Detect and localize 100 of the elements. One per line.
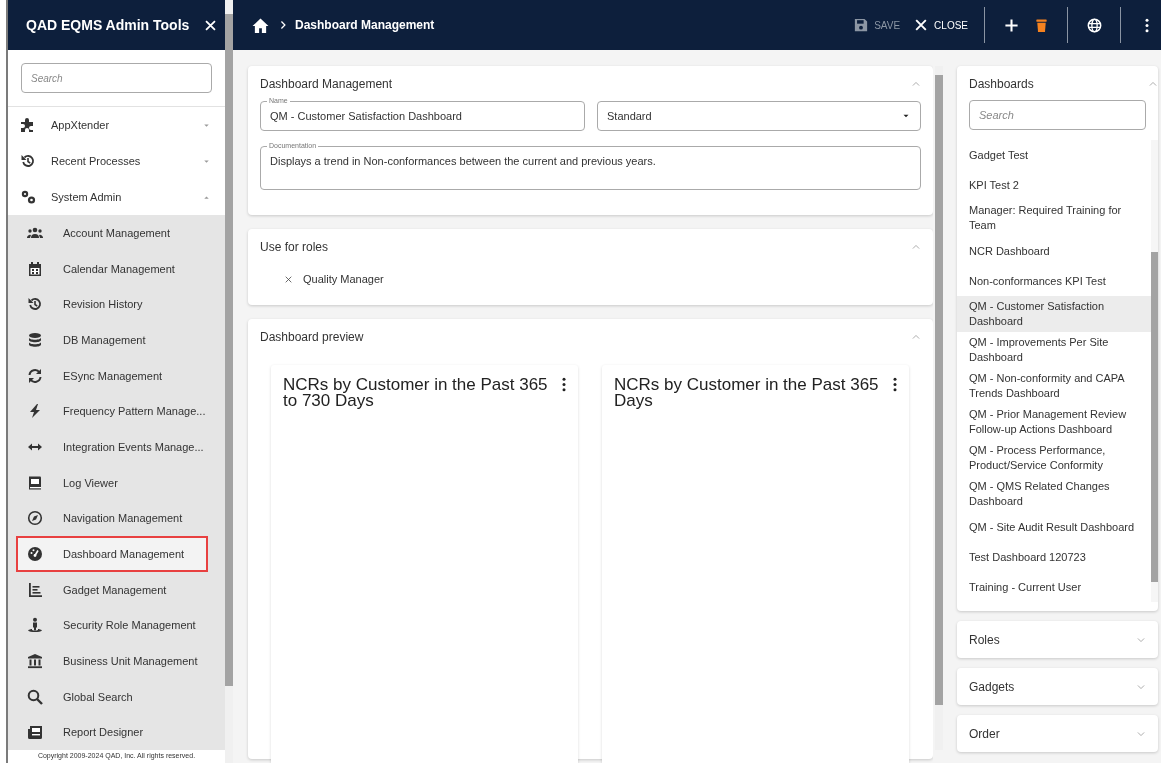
group-label: Recent Processes [51,155,142,167]
sidebar-item[interactable]: Gadget Management [8,571,225,608]
item-label: DB Management [63,333,146,346]
item-label: Gadget Management [63,583,167,596]
dashboard-item[interactable]: Gadget Test [957,140,1151,170]
chevron-up-icon[interactable] [911,79,921,89]
section-title: Dashboard preview [260,330,364,344]
item-label: Report Designer [63,726,144,739]
chevron-icon [278,20,288,30]
dashboard-item[interactable]: QM - Non-conformity and CAPA Trends Dashboard [957,368,1151,404]
more-icon [1145,17,1149,33]
role-label: Quality Manager [303,273,384,285]
person-icon [27,617,43,634]
item-label: Security Role Management [63,619,196,632]
more-icon[interactable] [893,377,897,392]
item-label: Frequency Pattern Manage... [63,405,206,418]
dashboard-item[interactable]: QM - Prior Management Review Follow-up Actions Dashboard [957,404,1151,440]
search-field[interactable]: Search [969,100,1146,130]
bolt-icon [27,403,43,420]
item-label: Business Unit Management [63,655,198,668]
item-label: Global Search [63,690,133,703]
sidebar-item[interactable]: ESync Management [8,357,225,394]
sidebar-item[interactable]: Calendar Management [8,250,225,287]
globe-icon [1086,17,1102,33]
item-label: Revision History [63,298,143,311]
calendar-icon [27,260,43,277]
history-icon [20,153,36,169]
section-title: Gadgets [969,679,1015,694]
home-icon[interactable] [252,16,269,34]
section-title: Dashboards [969,77,1034,91]
scrollbar[interactable] [1151,140,1158,602]
dashboard-item[interactable]: QM - Customer Satisfaction Dashboard [957,296,1151,332]
sidebar-group[interactable]: AppXtender [8,107,225,143]
sidebar-item[interactable]: Log Viewer [8,464,225,501]
section-title: Use for roles [260,240,329,254]
chevron-up-icon[interactable] [911,332,921,342]
dashboard-item[interactable]: QM - QMS Related Changes Dashboard [957,476,1151,512]
sidebar-item[interactable]: Integration Events Manage... [8,429,225,465]
database-icon [27,331,43,348]
chevron-up-icon[interactable] [1148,79,1158,89]
section-title: Dashboard Management [260,77,393,91]
dashboard-item[interactable]: Test Dashboard 120723 [957,542,1151,572]
sidebar-group[interactable]: Recent Processes [8,143,225,179]
sidebar-item[interactable]: Frequency Pattern Manage... [8,393,225,430]
breadcrumb: Dashboard Management [295,18,436,32]
scrollbar[interactable] [935,66,943,750]
section-title: Order [969,726,1000,741]
trash-icon [1033,17,1049,33]
field-value: Standard [607,110,652,122]
section-title: Roles [969,632,1000,647]
search-icon [27,688,43,705]
sidebar-item[interactable]: Report Designer [8,714,225,750]
more-icon[interactable] [562,377,566,392]
close-icon[interactable] [204,18,217,32]
sidebar-item[interactable]: DB Management [8,322,225,358]
dashboard-item[interactable]: Manager: Required Training for Team [957,200,1151,236]
sidebar-item[interactable]: Security Role Management [8,607,225,644]
chevron-up-icon[interactable] [911,242,921,252]
chart-icon [27,581,43,598]
item-label: ESync Management [63,369,163,382]
sidebar-item[interactable]: Global Search [8,678,225,715]
item-label: Integration Events Manage... [63,440,204,453]
group-label: AppXtender [51,119,111,131]
dashboard-item[interactable]: NCR Dashboard [957,236,1151,266]
type-dropdown[interactable]: Standard [597,101,921,131]
sidebar-item[interactable]: Dashboard Management [16,536,208,572]
item-label: Dashboard Management [63,548,185,561]
item-label: Log Viewer [63,476,118,489]
dashboard-item[interactable]: Non-conformances KPI Test [957,266,1151,296]
sidebar-item[interactable]: Business Unit Management [8,643,225,679]
dashboard-item[interactable]: QM - Process Performance, Product/Service Conformity [957,440,1151,476]
close-button[interactable]: CLOSE [910,10,972,40]
puzzle-icon [20,117,36,133]
sidebar-item[interactable]: Account Management [8,215,225,251]
search-field[interactable]: Search [21,63,212,93]
gauge-icon [27,546,43,563]
plus-icon [1003,17,1019,33]
dashboard-item[interactable]: KPI Test 2 [957,170,1151,200]
gadget-title: NCRs by Customer in the Past 365 to 730 Days [283,377,549,409]
newspaper-icon [27,724,43,741]
scrollbar[interactable] [225,0,233,763]
remove-icon[interactable] [284,274,293,284]
compass-icon [27,510,43,527]
history-icon [27,296,43,313]
dashboard-item[interactable]: QM - Improvements Per Site Dashboard [957,332,1151,368]
sync-icon [27,367,43,384]
dashboard-item[interactable]: QM - Site Audit Result Dashboard [957,512,1151,542]
gadget-title: NCRs by Customer in the Past 365 Days [614,377,880,409]
item-label: Calendar Management [63,262,175,275]
sidebar-item[interactable]: Revision History [8,286,225,323]
sidebar-item[interactable]: Navigation Management [8,500,225,537]
bank-icon [27,653,43,670]
gears-icon [20,189,36,205]
sidebar-title: QAD EQMS Admin Tools [26,17,190,33]
close-icon [914,18,929,32]
sidebar-group[interactable]: System Admin [8,179,225,215]
dashboard-item[interactable]: Training - Current User [957,572,1151,602]
field-value: Displays a trend in Non-conformances between the current and previous years. [270,155,656,167]
item-label: Account Management [63,226,170,239]
field-value: QM - Customer Satisfaction Dashboard [270,110,462,122]
